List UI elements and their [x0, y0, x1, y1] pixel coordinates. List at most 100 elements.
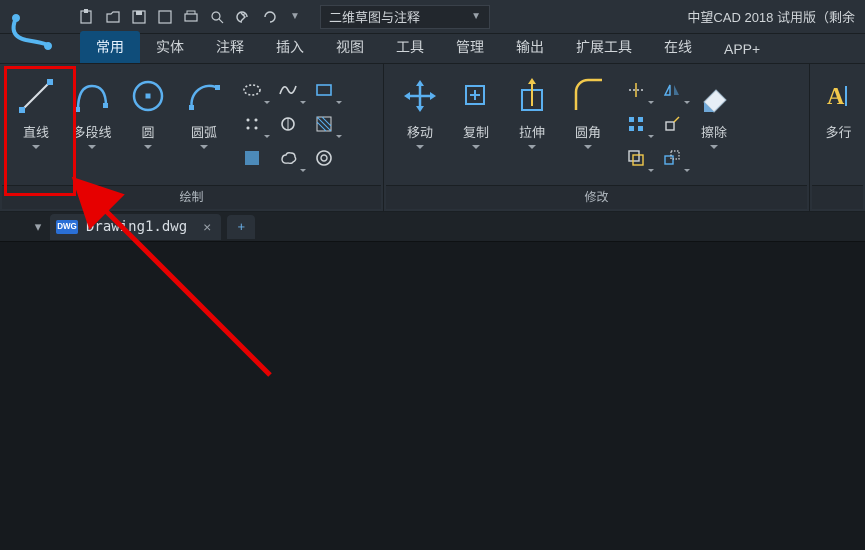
tab-manage[interactable]: 管理: [440, 31, 500, 63]
fillet-button[interactable]: 圆角: [560, 70, 616, 149]
polyline-icon: [70, 74, 114, 118]
save-icon[interactable]: [128, 6, 150, 28]
tab-online[interactable]: 在线: [648, 31, 708, 63]
tab-insert[interactable]: 插入: [260, 31, 320, 63]
new-tab-button[interactable]: +: [227, 215, 255, 239]
revcloud-icon[interactable]: [274, 144, 302, 172]
preview-icon[interactable]: [206, 6, 228, 28]
undo-icon[interactable]: [232, 6, 254, 28]
polyline-label: 多段线: [72, 122, 111, 141]
mtext-label: 多行: [825, 122, 851, 141]
svg-text:A: A: [827, 84, 845, 110]
fillet-icon: [566, 74, 610, 118]
quick-access-toolbar: ▼: [76, 6, 306, 28]
panel-text-title: [812, 185, 863, 209]
arc-button[interactable]: 圆弧: [176, 70, 232, 149]
fillet-label: 圆角: [575, 122, 601, 141]
spline-icon[interactable]: [274, 76, 302, 104]
erase-button[interactable]: 擦除: [686, 70, 742, 149]
app-title: 中望CAD 2018 试用版（剩余: [490, 7, 861, 26]
panel-text: A 多行: [810, 64, 865, 211]
redo-icon[interactable]: [258, 6, 280, 28]
donut-icon[interactable]: [310, 144, 338, 172]
dropdown-indicator-icon: [200, 145, 208, 149]
doctab-list-dropdown[interactable]: ▾: [28, 219, 48, 235]
copy-label: 复制: [463, 122, 489, 141]
point-icon[interactable]: [238, 110, 266, 138]
dropdown-indicator-icon: [710, 145, 718, 149]
plot-icon[interactable]: [180, 6, 202, 28]
drawing-canvas[interactable]: [0, 242, 865, 550]
qat-more-icon[interactable]: ▼: [284, 6, 306, 28]
tab-common[interactable]: 常用: [80, 31, 140, 63]
arc-icon: [182, 74, 226, 118]
dwg-file-icon: DWG: [56, 220, 78, 234]
close-tab-icon[interactable]: ×: [203, 219, 211, 235]
open-file-icon[interactable]: [102, 6, 124, 28]
region-icon[interactable]: [274, 110, 302, 138]
tab-tools[interactable]: 工具: [380, 31, 440, 63]
tab-view[interactable]: 视图: [320, 31, 380, 63]
stretch-button[interactable]: 拉伸: [504, 70, 560, 149]
mtext-button[interactable]: A 多行: [816, 70, 861, 141]
gradient-icon[interactable]: [238, 144, 266, 172]
plus-icon: +: [238, 219, 246, 234]
tab-app[interactable]: APP+: [708, 35, 776, 63]
tab-extend[interactable]: 扩展工具: [560, 31, 648, 63]
tab-annotate[interactable]: 注释: [200, 31, 260, 63]
document-tab[interactable]: DWG Drawing1.dwg ×: [50, 214, 221, 240]
workspace-selector[interactable]: 二维草图与注释 ▼: [320, 5, 490, 29]
chevron-down-icon: ▼: [471, 11, 481, 22]
line-button[interactable]: 直线: [8, 70, 64, 149]
offset-icon[interactable]: [622, 144, 650, 172]
panel-draw-title: 绘制: [2, 185, 381, 209]
panel-draw: 直线 多段线 圆: [0, 64, 384, 211]
line-label: 直线: [23, 122, 49, 141]
save-as-icon[interactable]: [154, 6, 176, 28]
ribbon: 直线 多段线 圆: [0, 64, 865, 212]
dropdown-indicator-icon: [144, 145, 152, 149]
trim-icon[interactable]: [622, 76, 650, 104]
document-tab-bar: ▾ DWG Drawing1.dwg × +: [0, 212, 865, 242]
rectangle-icon[interactable]: [310, 76, 338, 104]
copy-button[interactable]: 复制: [448, 70, 504, 149]
dropdown-indicator-icon: [528, 145, 536, 149]
arc-label: 圆弧: [191, 122, 217, 141]
mirror-icon[interactable]: [658, 76, 686, 104]
ribbon-tab-strip: 常用 实体 注释 插入 视图 工具 管理 输出 扩展工具 在线 APP+: [0, 34, 865, 64]
line-icon: [14, 74, 58, 118]
erase-label: 擦除: [701, 122, 727, 141]
circle-label: 圆: [141, 122, 154, 141]
stretch-icon: [510, 74, 554, 118]
array-icon[interactable]: [622, 110, 650, 138]
dropdown-indicator-icon: [584, 145, 592, 149]
dropdown-indicator-icon: [472, 145, 480, 149]
move-button[interactable]: 移动: [392, 70, 448, 149]
workspace-label: 二维草图与注释: [329, 7, 420, 26]
modify-small-tools: [622, 70, 686, 172]
circle-icon: [126, 74, 170, 118]
ellipse-icon[interactable]: [238, 76, 266, 104]
dropdown-indicator-icon: [416, 145, 424, 149]
tab-output[interactable]: 输出: [500, 31, 560, 63]
hatch-icon[interactable]: [310, 110, 338, 138]
dropdown-indicator-icon: [88, 145, 96, 149]
move-icon: [398, 74, 442, 118]
draw-small-tools: [238, 70, 338, 172]
mtext-icon: A: [817, 74, 861, 118]
panel-modify-title: 修改: [386, 185, 807, 209]
move-label: 移动: [407, 122, 433, 141]
polyline-button[interactable]: 多段线: [64, 70, 120, 149]
scale-icon[interactable]: [658, 144, 686, 172]
title-bar: ▼ 二维草图与注释 ▼ 中望CAD 2018 试用版（剩余: [0, 0, 865, 34]
new-file-icon[interactable]: [76, 6, 98, 28]
explode-icon[interactable]: [658, 110, 686, 138]
panel-modify: 移动 复制 拉伸 圆角: [384, 64, 810, 211]
circle-button[interactable]: 圆: [120, 70, 176, 149]
app-logo[interactable]: [2, 2, 62, 62]
document-name: Drawing1.dwg: [86, 219, 187, 235]
tab-solid[interactable]: 实体: [140, 31, 200, 63]
copy-icon: [454, 74, 498, 118]
stretch-label: 拉伸: [519, 122, 545, 141]
eraser-icon: [692, 74, 736, 118]
